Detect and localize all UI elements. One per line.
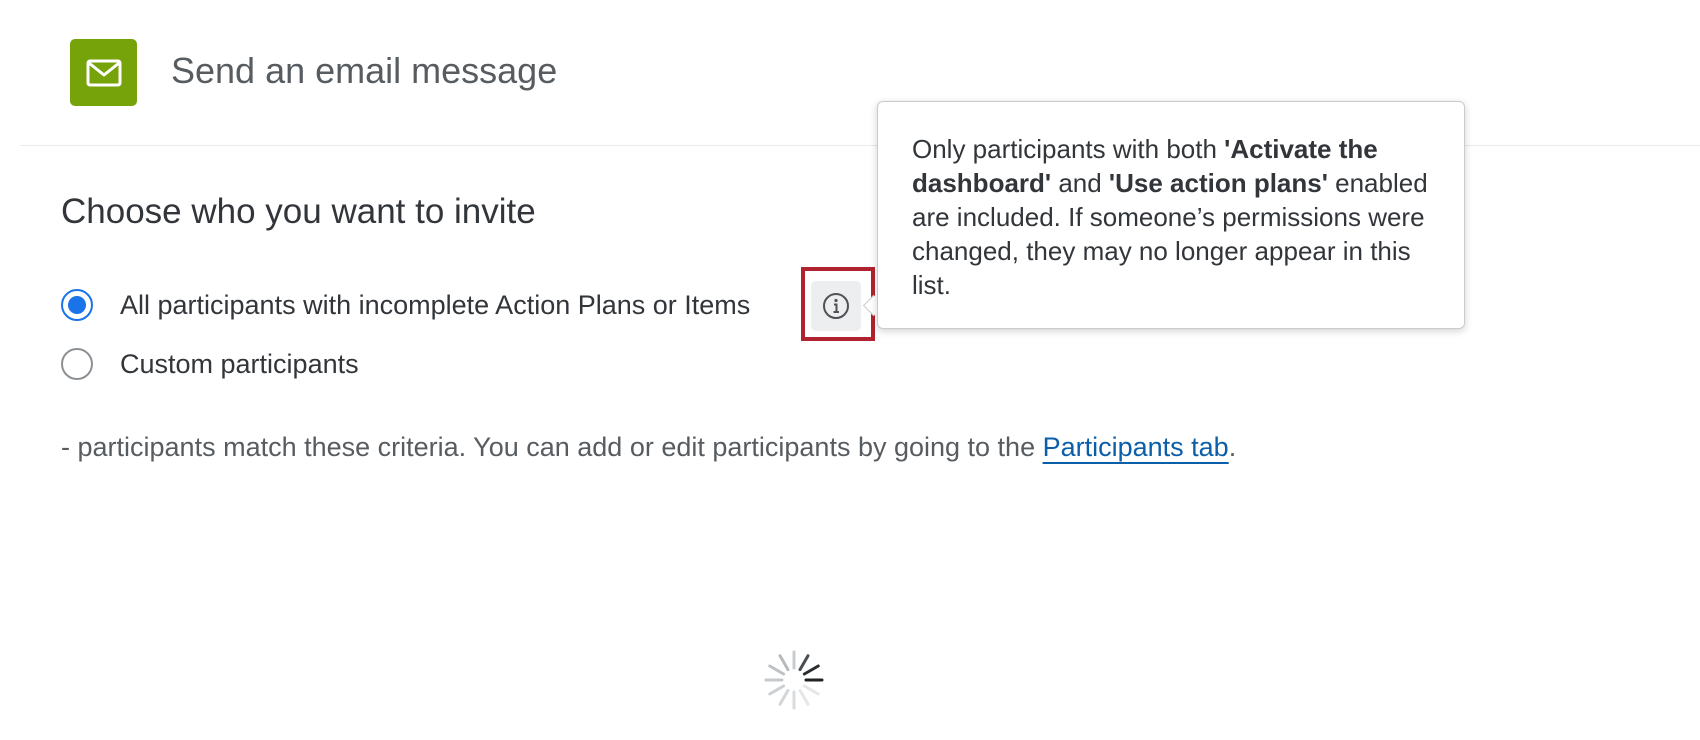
info-tooltip: Only participants with both 'Activate th… xyxy=(877,101,1465,329)
option-custom[interactable]: Custom participants xyxy=(61,348,359,380)
spinner-icon xyxy=(760,646,828,714)
section-title: Choose who you want to invite xyxy=(61,192,536,231)
radio-custom[interactable] xyxy=(61,348,93,380)
participants-tab-link[interactable]: Participants tab xyxy=(1043,432,1229,462)
tooltip-text-2: and xyxy=(1051,168,1109,198)
option-label-custom[interactable]: Custom participants xyxy=(120,349,359,380)
criteria-end: . xyxy=(1228,432,1237,462)
option-all-incomplete[interactable]: All participants with incomplete Action … xyxy=(61,289,750,321)
radio-all-incomplete[interactable] xyxy=(61,289,93,321)
page: Send an email message Choose who you wan… xyxy=(0,0,1700,740)
criteria-text: participants match these criteria. You c… xyxy=(70,432,1043,462)
criteria-message: - participants match these criteria. You… xyxy=(61,432,1236,463)
option-label-all-incomplete[interactable]: All participants with incomplete Action … xyxy=(120,290,750,321)
envelope-icon xyxy=(70,39,137,106)
tooltip-text-1: Only participants with both xyxy=(912,134,1225,164)
page-title: Send an email message xyxy=(171,50,558,91)
tooltip-bold-use-action-plans: 'Use action plans' xyxy=(1108,168,1328,198)
participant-count: - xyxy=(61,432,70,462)
